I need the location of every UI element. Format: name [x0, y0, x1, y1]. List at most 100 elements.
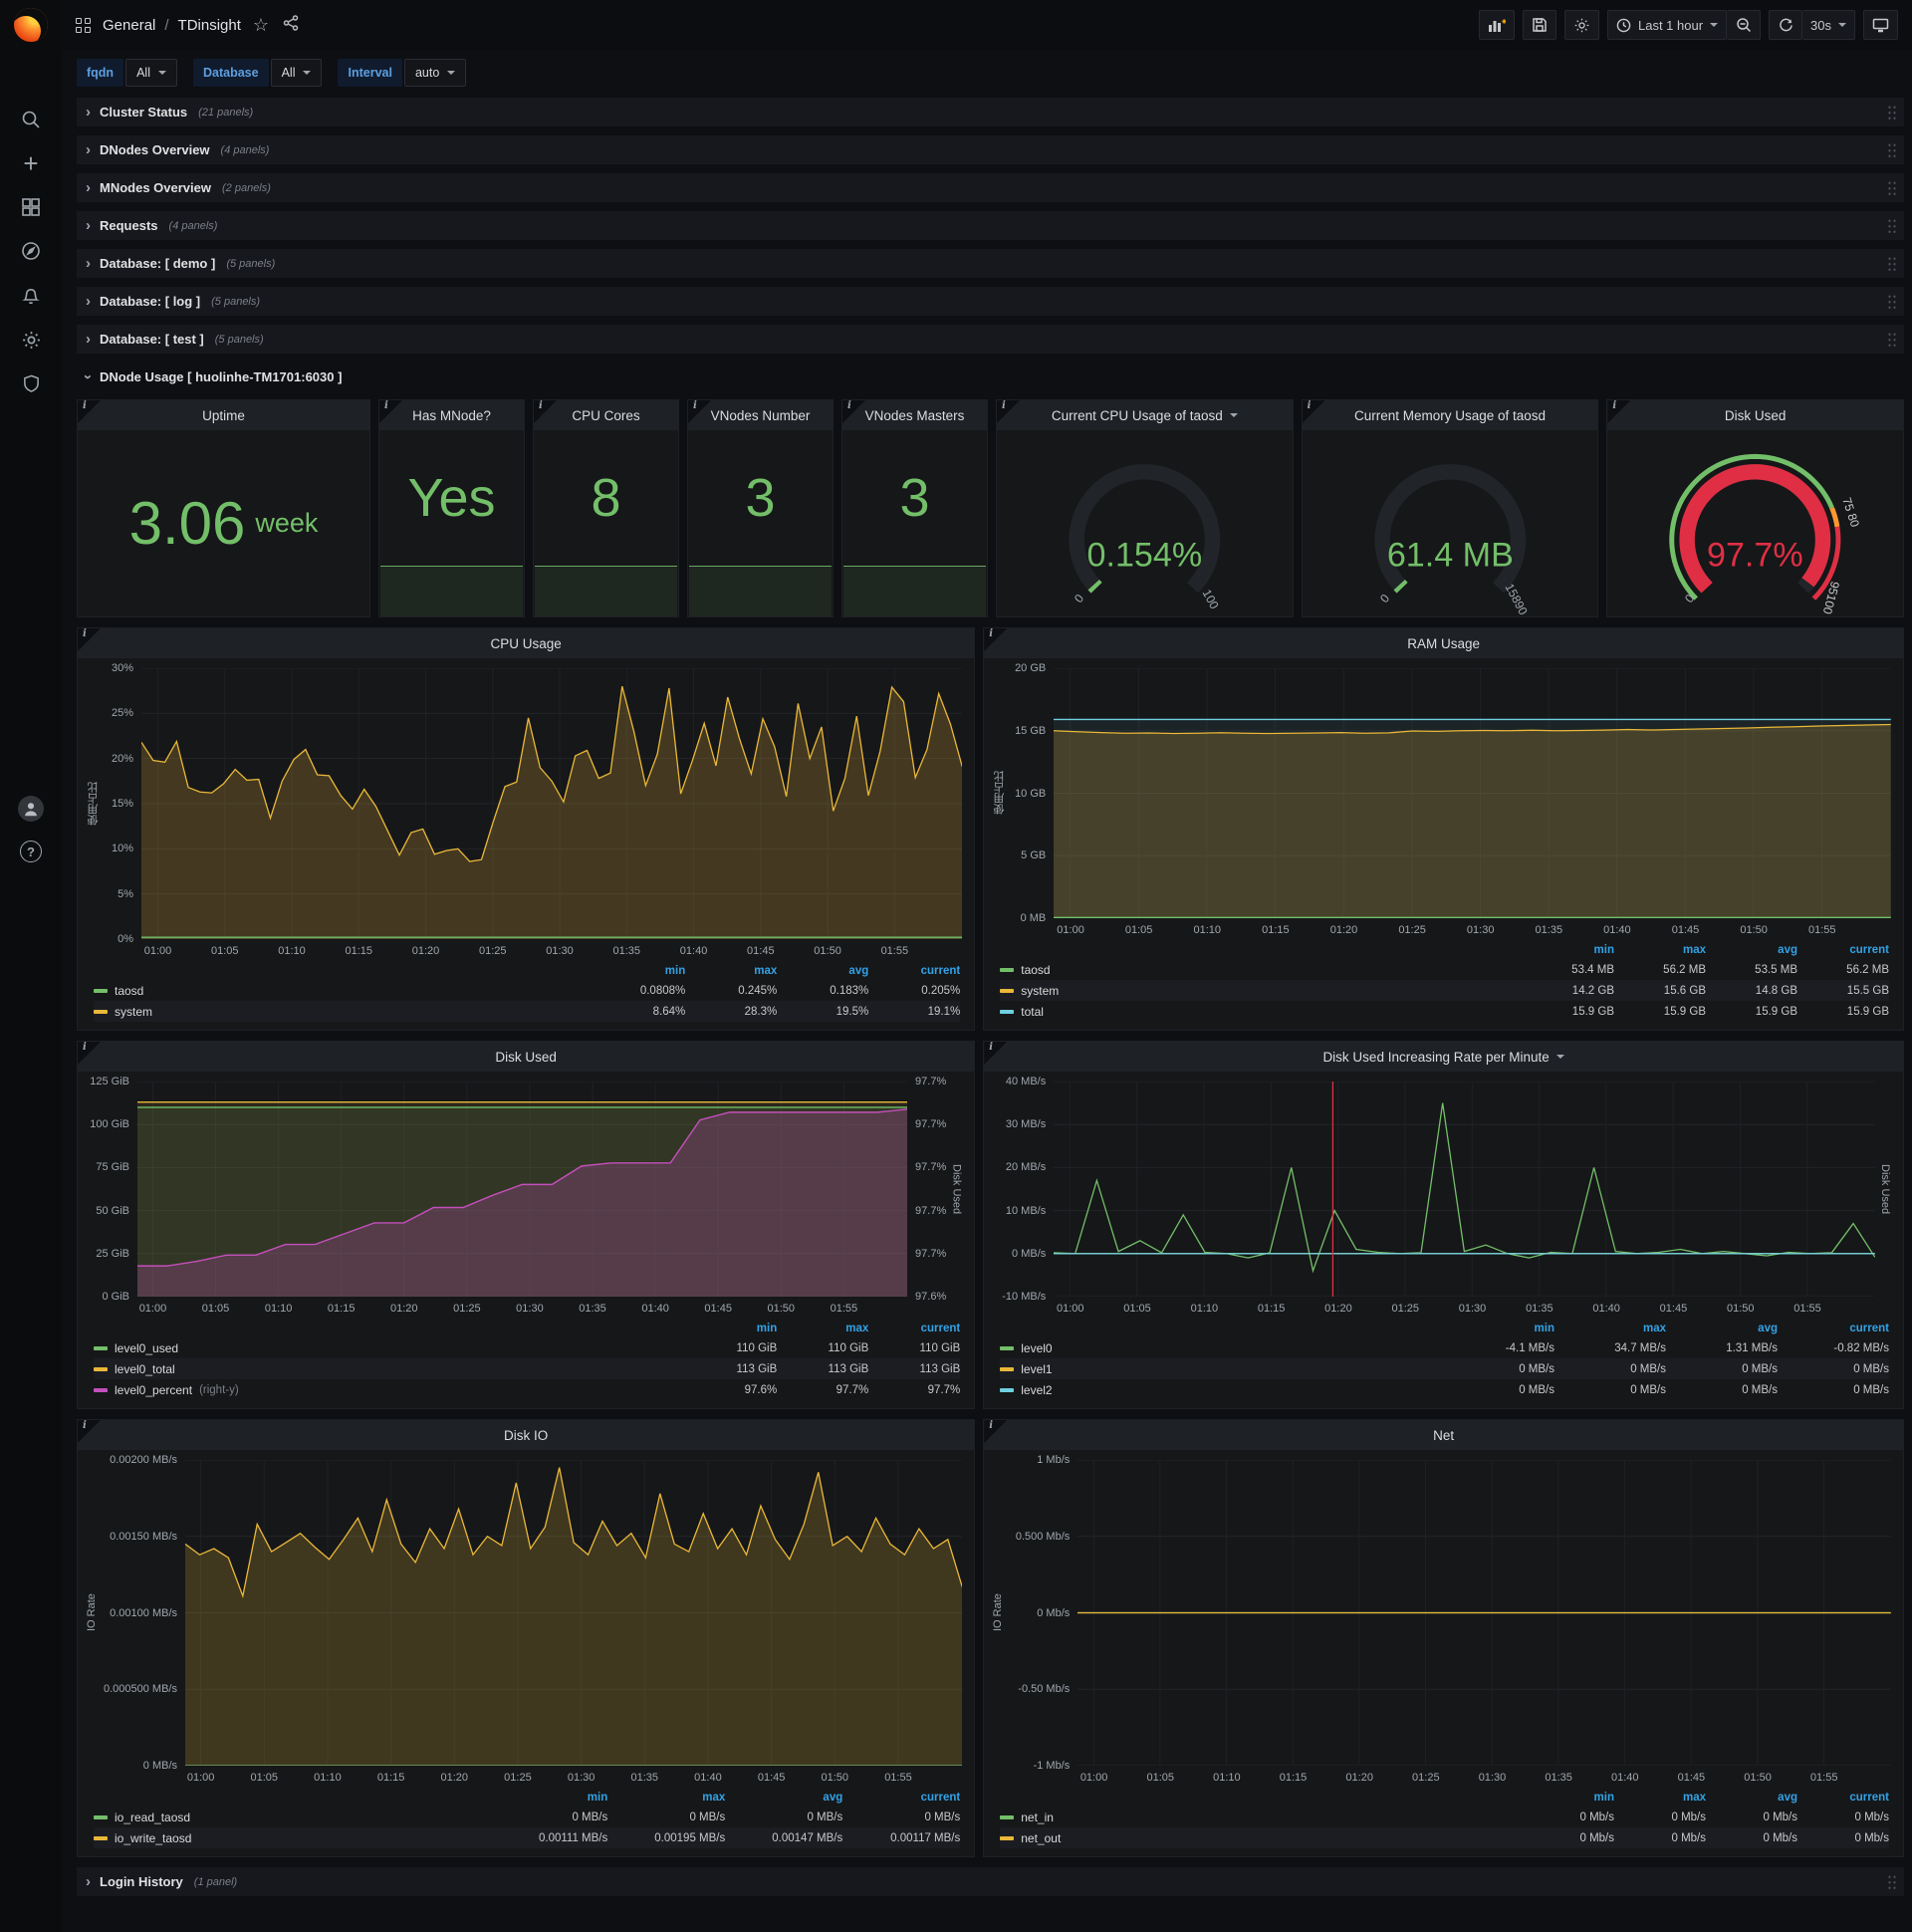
- legend-item-level0_total[interactable]: level0_total 113 GiB 113 GiB 113 GiB: [94, 1358, 961, 1379]
- chart-plot[interactable]: [137, 1082, 908, 1297]
- row-drag-handle[interactable]: [1887, 331, 1897, 348]
- legend-item-system[interactable]: system 14.2 GB 15.6 GB 14.8 GB 15.5 GB: [1000, 980, 1889, 1001]
- cycle-view-mode-button[interactable]: [1863, 10, 1898, 40]
- create-plus-icon[interactable]: +: [0, 146, 62, 180]
- row-drag-handle[interactable]: [1887, 255, 1897, 272]
- panel-header[interactable]: VNodes Masters: [842, 400, 987, 430]
- svg-text:75 80: 75 80: [1840, 496, 1863, 529]
- panel-title[interactable]: VNodes Number: [711, 408, 811, 423]
- legend-item-level0_percent[interactable]: level0_percent (right-y) 97.6% 97.7% 97.7%: [94, 1379, 960, 1400]
- panel-header[interactable]: Current CPU Usage of taosd: [997, 400, 1293, 430]
- panel-title[interactable]: Disk IO: [504, 1428, 548, 1443]
- row-drag-handle[interactable]: [1887, 293, 1897, 310]
- row-login-history[interactable]: › Login History (1 panel): [77, 1867, 1904, 1896]
- row-mnodes-overview[interactable]: › MNodes Overview (2 panels): [77, 173, 1904, 202]
- series-color-swatch: [94, 1366, 108, 1371]
- panel-title[interactable]: Uptime: [202, 408, 245, 423]
- panel-header[interactable]: Net: [984, 1420, 1903, 1450]
- add-panel-button[interactable]: [1478, 10, 1515, 40]
- chart-plot[interactable]: [1077, 1460, 1891, 1766]
- chart-plot[interactable]: [1054, 1082, 1875, 1297]
- legend-item-taosd[interactable]: taosd 0.0808% 0.245% 0.183% 0.205%: [94, 980, 960, 1001]
- row-drag-handle[interactable]: [1887, 141, 1897, 158]
- panel-title[interactable]: Current CPU Usage of taosd: [1052, 408, 1223, 423]
- dashboard-toolbar: Last 1 hour 30s: [1478, 10, 1898, 40]
- legend-item-level1[interactable]: level1 0 MB/s 0 MB/s 0 MB/s 0 MB/s: [1000, 1358, 1889, 1379]
- panel-header[interactable]: Uptime: [78, 400, 369, 430]
- panel-title[interactable]: Has MNode?: [412, 408, 491, 423]
- variable-select-database[interactable]: All: [270, 59, 323, 87]
- time-range-picker[interactable]: Last 1 hour: [1606, 10, 1728, 40]
- save-dashboard-button[interactable]: [1522, 10, 1556, 40]
- panel-header[interactable]: CPU Usage: [78, 628, 975, 658]
- panel-title[interactable]: Net: [1433, 1428, 1454, 1443]
- panel-header[interactable]: Disk Used: [78, 1042, 975, 1072]
- breadcrumb-section[interactable]: General: [103, 17, 155, 34]
- row-requests[interactable]: › Requests (4 panels): [77, 211, 1904, 240]
- row-database-demo[interactable]: › Database: [ demo ] (5 panels): [77, 249, 1904, 278]
- panel-header[interactable]: VNodes Number: [688, 400, 833, 430]
- panel-header[interactable]: CPU Cores: [534, 400, 678, 430]
- legend-item-io_write_taosd[interactable]: io_write_taosd 0.00111 MB/s 0.00195 MB/s 0.…: [94, 1827, 961, 1848]
- row-drag-handle[interactable]: [1887, 1873, 1897, 1890]
- panel-current-memory-usage-gauge: i Current Memory Usage of taosd 15890 0 61…: [1301, 399, 1599, 617]
- row-database-log[interactable]: › Database: [ log ] (5 panels): [77, 287, 1904, 316]
- row-drag-handle[interactable]: [1887, 179, 1897, 196]
- alerting-bell-icon[interactable]: [0, 279, 62, 313]
- panel-header[interactable]: Disk Used: [1607, 400, 1904, 430]
- legend-item-net_in[interactable]: net_in 0 Mb/s 0 Mb/s 0 Mb/s 0 Mb/s: [1000, 1807, 1889, 1827]
- legend-item-io_read_taosd[interactable]: io_read_taosd 0 MB/s 0 MB/s 0 MB/s 0 MB/s: [94, 1807, 960, 1827]
- search-icon[interactable]: [0, 103, 62, 136]
- panel-title[interactable]: VNodes Masters: [865, 408, 965, 423]
- chart-plot[interactable]: [141, 668, 963, 939]
- variable-select-interval[interactable]: auto: [403, 59, 467, 87]
- dashboards-icon[interactable]: [0, 190, 62, 224]
- legend-item-level0_used[interactable]: level0_used 110 GiB 110 GiB 110 GiB: [94, 1337, 960, 1358]
- panel-menu-caret[interactable]: [1229, 413, 1238, 417]
- refresh-interval-picker[interactable]: 30s: [1802, 10, 1855, 40]
- row-drag-handle[interactable]: [1887, 217, 1897, 234]
- row-database-test[interactable]: › Database: [ test ] (5 panels): [77, 325, 1904, 354]
- legend-item-taosd[interactable]: taosd 53.4 MB 56.2 MB 53.5 MB 56.2 MB: [1000, 959, 1889, 980]
- row-dnode-usage[interactable]: › DNode Usage [ huolinhe-TM1701:6030 ]: [77, 362, 1904, 391]
- panel-header[interactable]: Current Memory Usage of taosd: [1302, 400, 1598, 430]
- legend-item-system[interactable]: system 8.64% 28.3% 19.5% 19.1%: [94, 1001, 961, 1022]
- avatar[interactable]: [0, 792, 62, 826]
- row-drag-handle[interactable]: [1887, 104, 1897, 121]
- configuration-gear-icon[interactable]: [0, 323, 62, 357]
- panel-title[interactable]: CPU Cores: [572, 408, 639, 423]
- legend-item-level2[interactable]: level2 0 MB/s 0 MB/s 0 MB/s 0 MB/s: [1000, 1379, 1889, 1400]
- explore-compass-icon[interactable]: [0, 234, 62, 268]
- zoom-out-time-button[interactable]: [1727, 10, 1762, 40]
- panel-title[interactable]: Disk Used: [1725, 408, 1787, 423]
- row-cluster-status[interactable]: › Cluster Status (21 panels): [77, 98, 1904, 126]
- legend-item-level0[interactable]: level0 -4.1 MB/s 34.7 MB/s 1.31 MB/s -0.82 M…: [1000, 1337, 1889, 1358]
- panel-title[interactable]: Disk Used: [495, 1050, 557, 1065]
- panel-title[interactable]: CPU Usage: [490, 636, 561, 651]
- panel-net: i Net IO Rate 1 Mb/s 0.500 Mb/s 0 Mb/s -0.5…: [983, 1419, 1904, 1857]
- stat-value: Yes: [407, 467, 496, 528]
- panel-title[interactable]: Current Memory Usage of taosd: [1354, 408, 1546, 423]
- share-icon[interactable]: [283, 14, 299, 36]
- legend-item-total[interactable]: total 15.9 GB 15.9 GB 15.9 GB 15.9 GB: [1000, 1001, 1889, 1022]
- panel-menu-caret[interactable]: [1555, 1055, 1564, 1059]
- panel-header[interactable]: Has MNode?: [379, 400, 524, 430]
- row-dnodes-overview[interactable]: › DNodes Overview (4 panels): [77, 135, 1904, 164]
- chart-plot[interactable]: [1054, 668, 1891, 918]
- panel-header[interactable]: Disk IO: [78, 1420, 975, 1450]
- panel-title[interactable]: RAM Usage: [1407, 636, 1480, 651]
- variable-select-fqdn[interactable]: All: [125, 59, 177, 87]
- panel-header[interactable]: RAM Usage: [984, 628, 1903, 658]
- panel-header[interactable]: Disk Used Increasing Rate per Minute: [984, 1042, 1903, 1072]
- server-admin-shield-icon[interactable]: [0, 366, 62, 400]
- refresh-button[interactable]: [1769, 10, 1803, 40]
- help-icon[interactable]: ?: [0, 835, 62, 868]
- grafana-logo[interactable]: [14, 8, 48, 42]
- chart-plot[interactable]: [185, 1460, 963, 1766]
- dashboard-settings-button[interactable]: [1563, 10, 1599, 40]
- star-icon[interactable]: ☆: [253, 15, 269, 36]
- legend-item-net_out[interactable]: net_out 0 Mb/s 0 Mb/s 0 Mb/s 0 Mb/s: [1000, 1827, 1889, 1848]
- chevron-down-icon: [1710, 23, 1719, 27]
- panel-title[interactable]: Disk Used Increasing Rate per Minute: [1322, 1050, 1549, 1065]
- page-title[interactable]: TDinsight: [178, 17, 241, 34]
